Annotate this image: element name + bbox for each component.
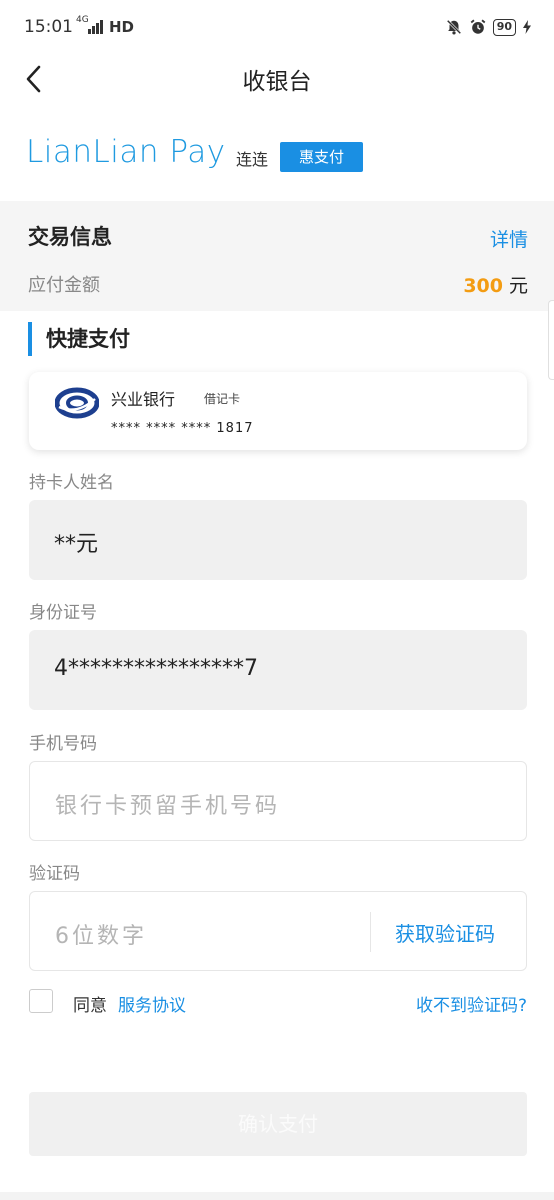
code-field: 6位数字 获取验证码 (29, 891, 527, 971)
code-input[interactable]: 6位数字 (55, 918, 147, 950)
amount-display: 300 元 (463, 271, 528, 298)
bottom-divider (0, 1192, 554, 1200)
phone-placeholder: 银行卡预留手机号码 (55, 794, 281, 819)
service-agreement-link[interactable]: 服务协议 (118, 991, 186, 1016)
details-link[interactable]: 详情 (490, 225, 528, 252)
id-number-label: 身份证号 (29, 603, 97, 623)
cardholder-value: **元 (54, 532, 99, 557)
status-time: 15:01 (24, 17, 73, 37)
phone-label: 手机号码 (29, 734, 97, 754)
brand-badge: 惠支付 (280, 142, 363, 172)
divider (370, 912, 371, 952)
status-right-icons: 90 (445, 16, 532, 38)
transaction-info-title: 交易信息 (28, 225, 112, 249)
amount-unit: 元 (508, 275, 528, 297)
confirm-pay-button[interactable]: 确认支付 (29, 1092, 527, 1156)
mute-bell-icon (446, 19, 461, 35)
signal-icon (88, 18, 106, 34)
lianlian-pay-logo: LianLian Pay (26, 134, 226, 170)
cardholder-field: **元 (29, 500, 527, 580)
nav-bar: 收银台 (0, 56, 554, 100)
bank-name: 兴业银行 (111, 390, 176, 409)
cib-bank-logo-icon (55, 387, 99, 419)
amount-label: 应付金额 (28, 275, 100, 296)
hd-indicator: HD (109, 18, 135, 36)
id-number-value: 4****************7 (54, 656, 258, 681)
section-title-quick-pay: 快捷支付 (28, 322, 130, 356)
card-number: **** **** **** 1817 (111, 421, 254, 436)
battery-icon: 90 (492, 18, 516, 36)
alarm-icon (470, 19, 486, 34)
transaction-info: 交易信息 详情 应付金额 300 元 (0, 201, 554, 311)
status-bar: 15:01 4G HD 90 (0, 0, 554, 56)
cardholder-label: 持卡人姓名 (29, 473, 114, 493)
no-code-link[interactable]: 收不到验证码? (416, 991, 527, 1016)
page-title: 收银台 (242, 69, 312, 95)
card-type: 借记卡 (204, 392, 241, 406)
brand-subtitle: 连连 (236, 150, 269, 169)
network-type: 4G (76, 15, 89, 25)
charging-icon (523, 20, 531, 34)
agreement-row: 同意 服务协议 收不到验证码? (29, 988, 527, 1018)
code-label: 验证码 (29, 864, 80, 884)
id-number-field: 4****************7 (29, 630, 527, 710)
bank-card-selector[interactable]: 兴业银行 借记卡 **** **** **** 1817 (29, 372, 527, 450)
amount-value: 300 (463, 275, 503, 297)
agree-text: 同意 (73, 996, 107, 1016)
get-code-button[interactable]: 获取验证码 (395, 918, 495, 947)
agree-checkbox[interactable] (29, 989, 53, 1013)
phone-input[interactable]: 银行卡预留手机号码 (29, 761, 527, 841)
side-drawer-handle[interactable] (548, 300, 554, 380)
